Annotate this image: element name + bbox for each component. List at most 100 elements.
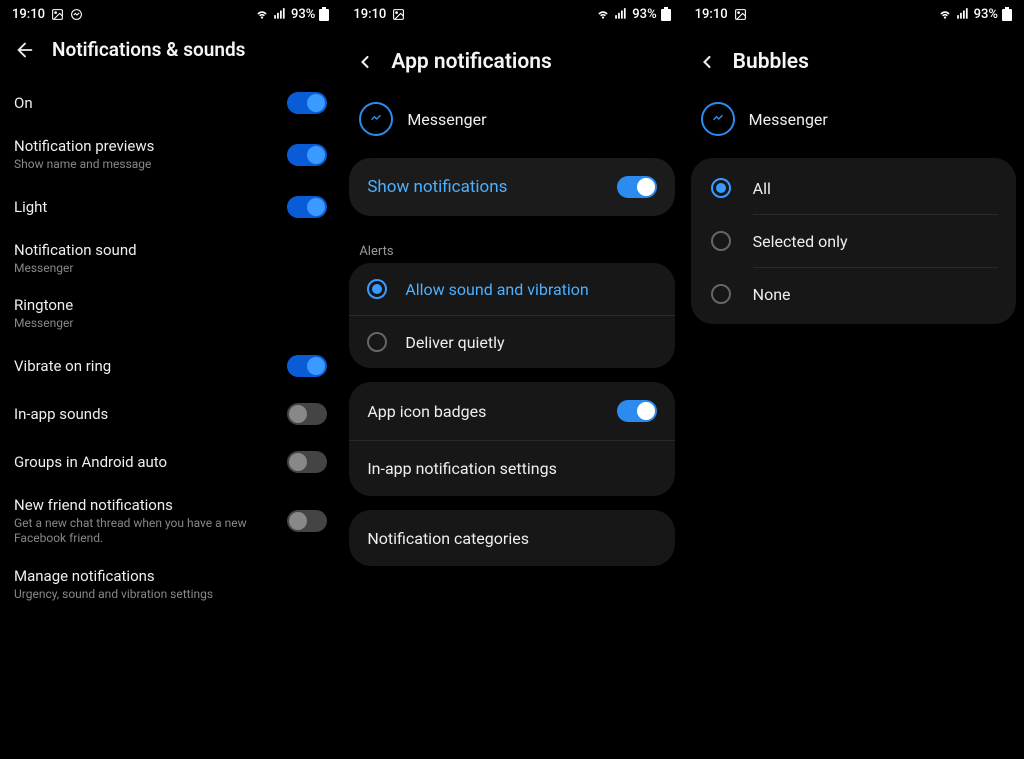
radio-icon	[711, 284, 731, 304]
radio-none[interactable]: None	[691, 268, 1016, 320]
card-show-notifications: Show notifications	[349, 158, 674, 216]
row-label: App icon badges	[367, 402, 486, 421]
toggle-badges[interactable]	[617, 400, 657, 422]
page-title: Notifications & sounds	[52, 38, 245, 61]
status-battery-pct: 93%	[974, 7, 998, 22]
row-notification-categories[interactable]: Notification categories	[349, 510, 674, 566]
battery-icon	[661, 7, 671, 21]
radio-label: Allow sound and vibration	[405, 280, 588, 299]
row-label: In-app sounds	[14, 405, 287, 423]
row-label: Manage notifications	[14, 567, 327, 585]
status-bar: 19:10 93%	[683, 0, 1024, 28]
section-alerts: Alerts	[341, 230, 682, 263]
row-ringtone[interactable]: Ringtone Messenger	[0, 286, 341, 342]
signal-icon	[956, 7, 970, 21]
row-label: In-app notification settings	[367, 459, 557, 478]
toggle-previews[interactable]	[287, 144, 327, 166]
toggle-inapp-sounds[interactable]	[287, 403, 327, 425]
radio-selected-only[interactable]: Selected only	[691, 215, 1016, 267]
radio-deliver-quietly[interactable]: Deliver quietly	[349, 315, 674, 368]
row-sublabel: Show name and message	[14, 157, 287, 173]
app-name: Messenger	[749, 110, 828, 129]
back-button[interactable]	[14, 39, 36, 61]
row-groups-auto[interactable]: Groups in Android auto	[0, 438, 341, 486]
row-label: New friend notifications	[14, 496, 287, 514]
row-sublabel: Messenger	[14, 261, 327, 277]
panel-bubbles: 19:10 93% Bubbles Messenger All Selected…	[683, 0, 1024, 759]
back-button[interactable]	[355, 52, 375, 72]
card-settings: App icon badges In-app notification sett…	[349, 382, 674, 496]
page-title: Bubbles	[733, 50, 809, 74]
radio-label: Selected only	[753, 232, 848, 251]
row-label: Groups in Android auto	[14, 453, 287, 471]
toggle-on[interactable]	[287, 92, 327, 114]
row-sound[interactable]: Notification sound Messenger	[0, 231, 341, 287]
row-sublabel: Urgency, sound and vibration settings	[14, 587, 327, 603]
status-bar: 19:10 93%	[341, 0, 682, 28]
radio-icon	[711, 231, 731, 251]
toggle-show-notifications[interactable]	[617, 176, 657, 198]
card-alerts: Allow sound and vibration Deliver quietl…	[349, 263, 674, 368]
messenger-icon	[359, 102, 393, 136]
row-inapp-notification-settings[interactable]: In-app notification settings	[349, 440, 674, 496]
row-label: Vibrate on ring	[14, 357, 287, 375]
row-app-icon-badges[interactable]: App icon badges	[349, 382, 674, 440]
image-icon	[392, 8, 405, 21]
status-bar: 19:10 93%	[0, 0, 341, 28]
header: Bubbles	[683, 28, 1024, 102]
row-vibrate[interactable]: Vibrate on ring	[0, 342, 341, 390]
radio-allow-sound[interactable]: Allow sound and vibration	[349, 263, 674, 315]
toggle-light[interactable]	[287, 196, 327, 218]
row-manage[interactable]: Manage notifications Urgency, sound and …	[0, 557, 341, 613]
row-sublabel: Get a new chat thread when you have a ne…	[14, 516, 287, 547]
wifi-icon	[596, 7, 610, 21]
app-header: Messenger	[341, 102, 682, 158]
card-bubble-options: All Selected only None	[691, 158, 1016, 324]
row-on[interactable]: On	[0, 79, 341, 127]
messenger-icon	[701, 102, 735, 136]
row-label: Ringtone	[14, 296, 327, 314]
row-show-notifications[interactable]: Show notifications	[349, 158, 674, 216]
row-label: Show notifications	[367, 177, 507, 197]
radio-icon	[367, 332, 387, 352]
card-categories: Notification categories	[349, 510, 674, 566]
panel-app-notifications: 19:10 93% App notifications Messenger Sh…	[341, 0, 682, 759]
row-light[interactable]: Light	[0, 183, 341, 231]
status-time: 19:10	[12, 7, 45, 22]
row-previews[interactable]: Notification previews Show name and mess…	[0, 127, 341, 183]
wifi-icon	[938, 7, 952, 21]
toggle-new-friend[interactable]	[287, 510, 327, 532]
row-label: Light	[14, 198, 287, 216]
back-button[interactable]	[697, 52, 717, 72]
image-icon	[734, 8, 747, 21]
status-battery-pct: 93%	[291, 7, 315, 22]
signal-icon	[273, 7, 287, 21]
page-title: App notifications	[391, 50, 551, 74]
radio-label: Deliver quietly	[405, 333, 504, 352]
status-time: 19:10	[353, 7, 386, 22]
radio-icon	[711, 178, 731, 198]
status-time: 19:10	[695, 7, 728, 22]
status-battery-pct: 93%	[632, 7, 656, 22]
wifi-icon	[255, 7, 269, 21]
row-inapp-sounds[interactable]: In-app sounds	[0, 390, 341, 438]
battery-icon	[319, 7, 329, 21]
battery-icon	[1002, 7, 1012, 21]
signal-icon	[614, 7, 628, 21]
row-new-friend[interactable]: New friend notifications Get a new chat …	[0, 486, 341, 557]
radio-label: None	[753, 285, 791, 304]
radio-all[interactable]: All	[691, 162, 1016, 214]
row-label: Notification previews	[14, 137, 287, 155]
row-label: On	[14, 94, 287, 112]
radio-label: All	[753, 179, 771, 198]
row-label: Notification categories	[367, 529, 529, 548]
toggle-groups-auto[interactable]	[287, 451, 327, 473]
row-label: Notification sound	[14, 241, 327, 259]
row-sublabel: Messenger	[14, 316, 327, 332]
header: Notifications & sounds	[0, 28, 341, 79]
radio-icon	[367, 279, 387, 299]
image-icon	[51, 8, 64, 21]
app-name: Messenger	[407, 110, 486, 129]
toggle-vibrate[interactable]	[287, 355, 327, 377]
app-header: Messenger	[683, 102, 1024, 158]
